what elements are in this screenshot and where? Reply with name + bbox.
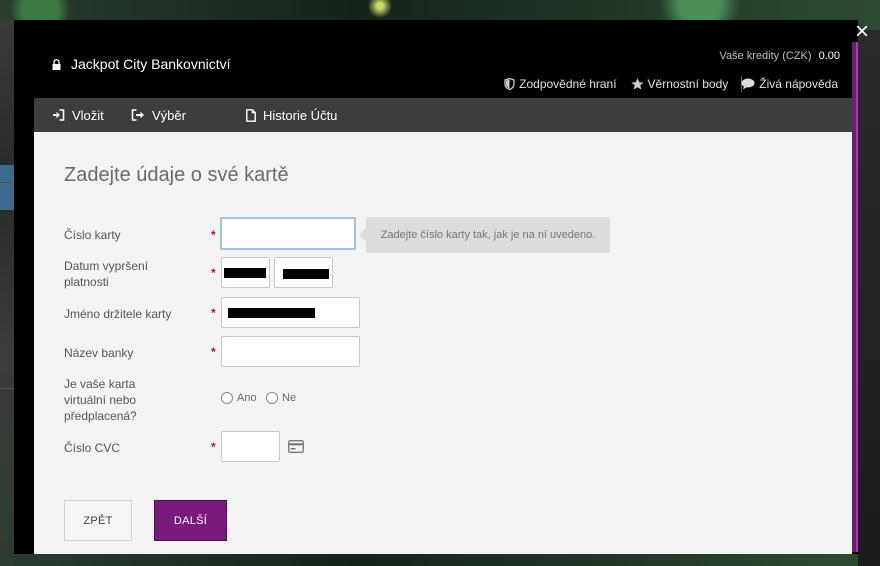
prepaid-label-line1: Je vaše karta xyxy=(64,377,136,391)
prepaid-yes-label: Ano xyxy=(237,392,257,404)
background-divider xyxy=(0,182,14,183)
expiry-year-select[interactable] xyxy=(274,257,333,288)
document-icon xyxy=(246,108,256,122)
prepaid-label-line2: virtuální nebo xyxy=(64,393,137,407)
shield-icon xyxy=(504,78,515,90)
expiry-label-line2: platnosti xyxy=(64,275,109,289)
tab-withdrawal[interactable]: Výběr xyxy=(131,98,186,132)
background-page-right xyxy=(858,30,880,566)
required-marker: * xyxy=(211,228,216,242)
bank-name-label: Název banky xyxy=(64,346,134,360)
bank-name-input[interactable] xyxy=(221,336,360,367)
expiry-month-select[interactable] xyxy=(221,257,270,288)
loyalty-points-link[interactable]: Věrnostní body xyxy=(630,77,729,91)
prepaid-no-label: Ne xyxy=(282,392,297,404)
expiry-label-line1: Datum vypršení xyxy=(64,259,149,273)
card-number-input[interactable] xyxy=(220,217,356,250)
required-marker: * xyxy=(211,306,216,320)
credits-label: Vaše kredity (CZK) xyxy=(719,50,812,62)
live-help-link[interactable]: Živá nápověda xyxy=(741,77,838,91)
radio-circle[interactable] xyxy=(266,392,278,404)
background-banner xyxy=(0,165,14,210)
credits-display: Vaše kredity (CZK) 0.00 xyxy=(719,50,840,62)
prepaid-yes-radio[interactable]: Ano xyxy=(221,392,257,404)
tab-deposit[interactable]: Vložit xyxy=(52,98,104,132)
expiry-label: Datum vypršení platnosti xyxy=(64,258,148,290)
prepaid-question-label: Je vaše karta virtuální nebo předplacená… xyxy=(64,376,137,424)
tab-account-history[interactable]: Historie Účtu xyxy=(246,98,337,132)
background-divider xyxy=(0,388,14,389)
prepaid-label-line3: předplacená? xyxy=(64,409,137,423)
page-title: Zadejte údaje o své kartě xyxy=(64,164,289,186)
required-marker: * xyxy=(211,440,216,454)
star-icon xyxy=(630,78,644,90)
tab-bar: Vložit Výběr Historie Účtu xyxy=(34,98,852,132)
required-marker: * xyxy=(211,345,216,359)
next-button[interactable]: DALŠÍ xyxy=(154,500,227,541)
back-button[interactable]: ZPĚT xyxy=(64,500,132,541)
prepaid-no-radio[interactable]: Ne xyxy=(266,392,296,404)
credits-value: 0.00 xyxy=(818,50,840,62)
tab-withdrawal-label: Výběr xyxy=(152,107,186,123)
cvc-label: Číslo CVC xyxy=(64,441,121,455)
card-number-tooltip: Zadejte číslo karty tak, jak je na ní uv… xyxy=(359,217,610,253)
loyalty-points-label: Věrnostní body xyxy=(647,77,729,91)
cvc-input[interactable] xyxy=(221,431,280,462)
sign-in-icon xyxy=(53,109,65,121)
responsible-gaming-link[interactable]: Zodpovědné hraní xyxy=(504,77,617,91)
responsible-gaming-label: Zodpovědné hraní xyxy=(519,77,617,91)
modal-scroll-edge-highlight xyxy=(856,42,858,552)
utility-links: Zodpovědné hraní Věrnostní body Živá náp… xyxy=(504,76,838,92)
live-help-label: Živá nápověda xyxy=(759,77,838,91)
required-marker: * xyxy=(211,266,216,280)
redacted-value xyxy=(224,268,266,278)
tab-account-history-label: Historie Účtu xyxy=(263,107,338,123)
close-button[interactable]: × xyxy=(851,20,873,44)
radio-circle[interactable] xyxy=(221,392,233,404)
form-panel xyxy=(34,132,852,554)
credit-card-icon[interactable] xyxy=(288,440,304,453)
cardholder-label: Jméno držitele karty xyxy=(64,307,172,321)
redacted-value xyxy=(228,308,315,318)
redacted-value xyxy=(283,269,329,279)
tab-deposit-label: Vložit xyxy=(72,107,104,123)
chat-bubble-icon xyxy=(741,78,755,90)
card-number-label: Číslo karty xyxy=(64,228,121,242)
lock-icon xyxy=(52,59,61,70)
cardholder-input[interactable] xyxy=(221,297,360,328)
modal-title: Jackpot City Bankovnictví xyxy=(71,56,231,72)
sign-out-icon xyxy=(131,109,144,121)
background-page-left xyxy=(0,20,14,566)
